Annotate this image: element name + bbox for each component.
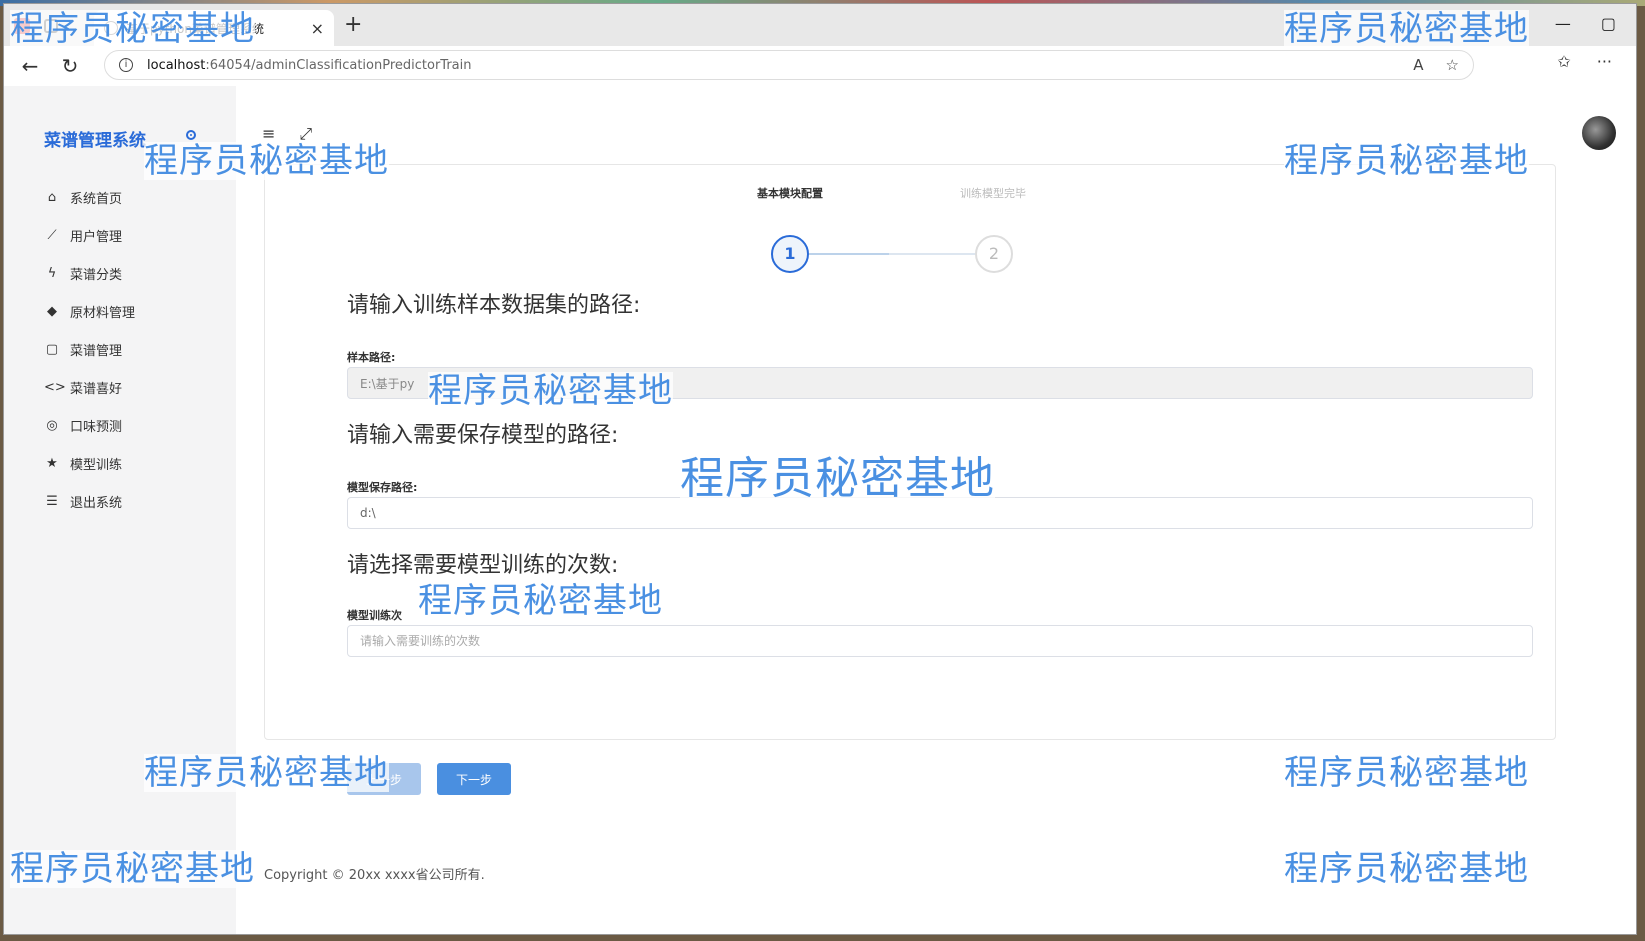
url-path: :64054/adminClassificationPredictorTrain [205,57,472,73]
step-1-indicator: 1 [771,235,809,273]
sidebar-item-categories[interactable]: ϟ 菜谱分类 [44,254,224,292]
avatar[interactable] [1582,116,1616,150]
layers-icon: ◆ [47,303,57,319]
toolbar-right-actions: ✩ ··· [1557,52,1612,71]
browser-window: 基于python菜谱管理系统 × + — ▢ ← ↻ i localhost:6… [4,4,1636,934]
sample-section-title: 请输入训练样本数据集的路径: [347,293,641,318]
list-icon: ☰ [46,493,58,509]
sidebar-menu: ⌂ 系统首页 ⟋ 用户管理 ϟ 菜谱分类 ◆ 原材料管理 ▢ 菜谱管理 <> 菜谱喜好 ◎ 口… [44,178,224,520]
model-path-label: 模型保存路径: [347,481,418,494]
sidebar-item-label: 菜谱管理 [70,343,123,359]
sidebar-item-label: 菜谱分类 [70,267,123,283]
sidebar-item-label: 模型训练 [70,457,123,473]
line-chart-icon: ⟋ [47,227,57,243]
browser-tab[interactable]: 基于python菜谱管理系统 × [94,10,334,46]
address-bar-actions: A ☆ [1413,56,1459,74]
sidebar-item-logout[interactable]: ☰ 退出系统 [44,482,224,520]
bolt-icon: ϟ [47,265,57,281]
fullscreen-icon[interactable]: ⤢ [299,124,312,144]
epochs-input[interactable] [347,625,1533,657]
reload-icon[interactable]: ↻ [56,52,84,80]
step-2-label: 训练模型完毕 [960,187,1026,200]
sidebar-item-ingredients[interactable]: ◆ 原材料管理 [44,292,224,330]
sidebar-item-label: 用户管理 [70,229,123,245]
read-aloud-icon[interactable]: A [1413,56,1423,74]
training-wizard-card: 基本模块配置 训练模型完毕 1 2 请输入训练样本数据集的路径: 样本路径: 请… [264,164,1556,795]
step-connector [809,253,975,255]
model-path-input[interactable] [347,497,1533,529]
sidebar-item-home[interactable]: ⌂ 系统首页 [44,178,224,216]
sample-path-input[interactable] [347,367,1533,399]
sidebar-item-label: 退出系统 [70,495,123,511]
maximize-button[interactable]: ▢ [1601,14,1616,33]
tab-leading-controls [14,14,84,38]
more-menu-icon[interactable]: ··· [1597,52,1612,71]
app-brand: 菜谱管理系统 [44,131,146,151]
profile-icon[interactable] [14,18,30,34]
prev-step-button[interactable]: 上一步 [347,763,421,795]
model-section-title: 请输入需要保存模型的路径: [347,423,619,448]
globe-icon [104,21,118,35]
main-header-actions: ≡ ⤢ [262,124,312,144]
url-host: localhost [147,57,206,73]
sidebar-item-label: 菜谱喜好 [70,381,123,397]
sidebar-item-label: 口味预测 [70,419,123,435]
address-bar[interactable]: i localhost:64054/adminClassificationPre… [104,50,1474,80]
sidebar-item-prediction[interactable]: ◎ 口味预测 [44,406,224,444]
brand-target-icon [186,130,196,140]
back-arrow-icon[interactable]: ← [16,52,44,80]
star-icon: ★ [46,455,58,471]
square-icon: ▢ [45,341,59,357]
sidebar-item-recipes[interactable]: ▢ 菜谱管理 [44,330,224,368]
epochs-label: 模型训练次 [347,609,402,622]
step-1-label: 基本模块配置 [757,187,823,200]
footer-copyright: Copyright © 20xx xxxx省公司所有. [264,868,485,883]
target-icon: ◎ [46,417,58,433]
tab-actions-icon[interactable] [44,19,58,33]
new-tab-button[interactable]: + [344,14,362,36]
window-controls: — ▢ [1555,14,1616,33]
tab-title: 基于python菜谱管理系统 [126,21,264,36]
sidebar-item-label: 系统首页 [70,191,123,207]
site-info-icon[interactable]: i [119,58,133,72]
wizard-steps: 基本模块配置 训练模型完毕 1 2 [755,187,1035,277]
minimize-button[interactable]: — [1555,14,1571,33]
sidebar: 菜谱管理系统 ⌂ 系统首页 ⟋ 用户管理 ϟ 菜谱分类 ◆ 原材料管理 ▢ 菜谱管理 <>… [4,86,236,934]
tab-close-icon[interactable]: × [311,19,324,38]
sidebar-item-label: 原材料管理 [70,305,136,321]
tab-strip: 基于python菜谱管理系统 × + — ▢ [4,4,1636,46]
favorite-star-icon[interactable]: ☆ [1446,56,1459,74]
app-root: 菜谱管理系统 ⌂ 系统首页 ⟋ 用户管理 ϟ 菜谱分类 ◆ 原材料管理 ▢ 菜谱管理 <>… [4,86,1636,934]
epochs-section-title: 请选择需要模型训练的次数: [347,553,619,578]
favorites-icon[interactable]: ✩ [1557,52,1570,71]
sidebar-item-model-training[interactable]: ★ 模型训练 [44,444,224,482]
sidebar-item-preferences[interactable]: <> 菜谱喜好 [44,368,224,406]
sample-path-label: 样本路径: [347,351,396,364]
browser-toolbar: ← ↻ i localhost:64054/adminClassificatio… [4,46,1636,87]
code-icon: <> [44,379,66,395]
menu-toggle-icon[interactable]: ≡ [262,124,275,144]
next-step-button[interactable]: 下一步 [437,763,511,795]
sidebar-item-users[interactable]: ⟋ 用户管理 [44,216,224,254]
home-icon: ⌂ [47,189,57,205]
step-2-indicator: 2 [975,235,1013,273]
